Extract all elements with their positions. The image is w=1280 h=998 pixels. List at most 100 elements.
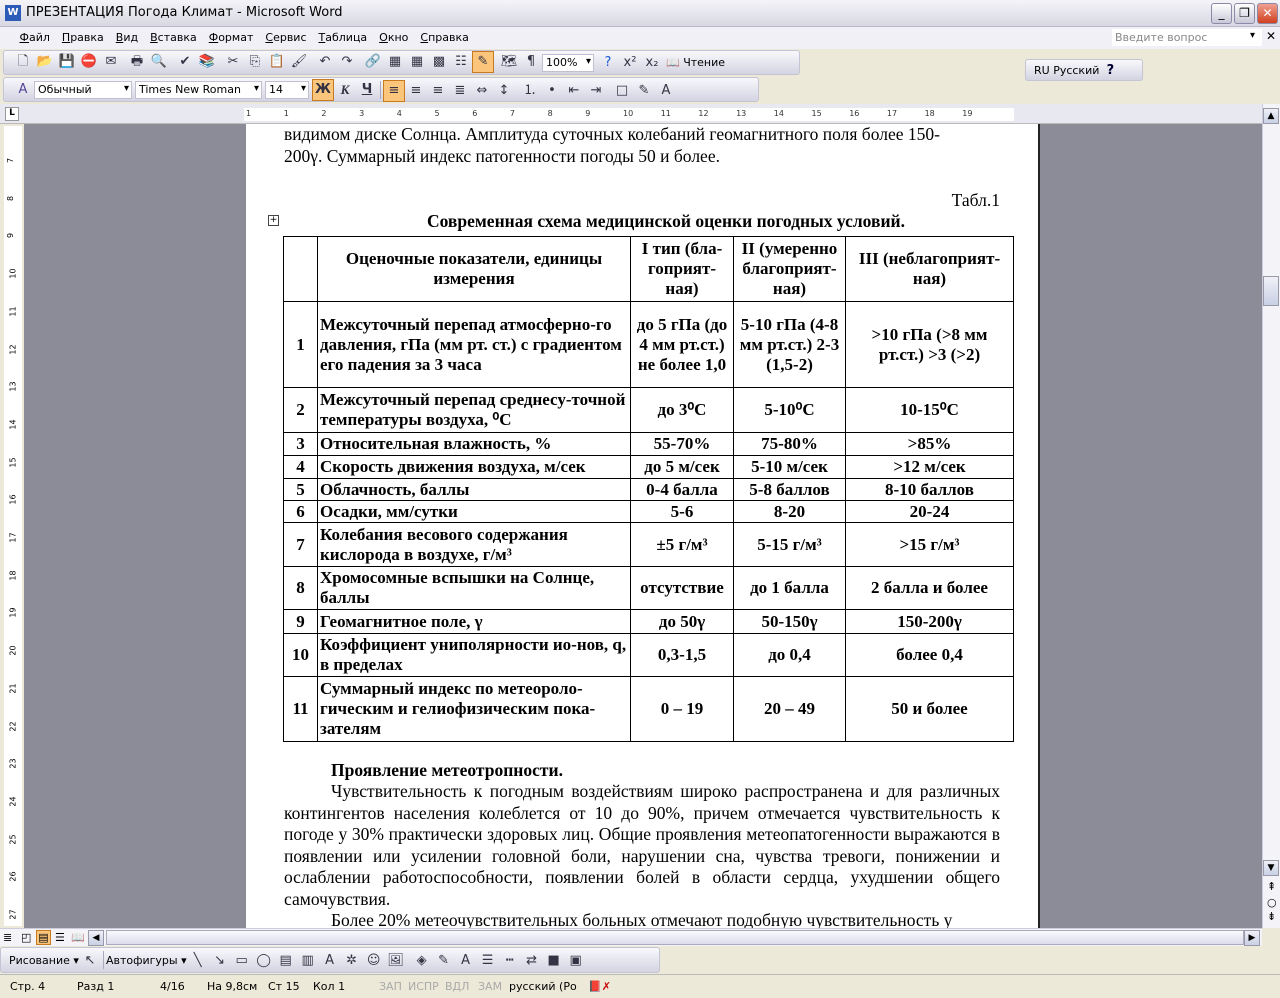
redo-icon[interactable]: ↷ [336, 51, 358, 73]
row-number[interactable]: 10 [283, 633, 318, 677]
indicator-cell[interactable]: Относительная влажность, % [317, 432, 631, 456]
type1-cell[interactable]: 0-4 балла [630, 478, 734, 501]
horizontal-scroll-thumb[interactable] [106, 930, 1244, 945]
type2-cell[interactable]: до 1 балла [733, 566, 846, 610]
autoshapes-menu-button[interactable]: Автофигуры ▾ [106, 954, 187, 967]
type1-cell[interactable]: до 5 м/сек [630, 455, 734, 479]
drawing-icon[interactable]: ✎ [472, 50, 494, 73]
header-cell[interactable]: II (умеренно благоприят-ная) [733, 236, 846, 302]
horizontal-scrollbar[interactable]: ≣ ◰ ▤ ☰ 📖 ◀ ▶ [0, 928, 1262, 946]
menu-6[interactable]: Таблица [313, 27, 374, 44]
superscript-icon[interactable]: x² [619, 52, 641, 74]
indicator-cell[interactable]: Колебания весового содержания кислорода … [317, 522, 631, 567]
type3-cell[interactable]: >15 г/м³ [845, 522, 1014, 567]
spelling-status-icon[interactable]: 📕✗ [588, 980, 611, 993]
row-number[interactable]: 3 [283, 432, 318, 456]
indicator-cell[interactable]: Межсуточный перепад атмосферно-го давлен… [317, 301, 631, 388]
type2-cell[interactable]: 75-80% [733, 432, 846, 456]
type1-cell[interactable]: до 5 гПа (до 4 мм рт.ст.) не более 1,0 [630, 301, 734, 388]
clipart-icon[interactable]: ☺ [363, 949, 385, 971]
decrease-indent-icon[interactable]: ⇤ [563, 80, 585, 102]
research-icon[interactable]: 📚 [196, 51, 218, 73]
help-search-input[interactable]: Введите вопрос [1112, 29, 1262, 46]
undo-icon[interactable]: ↶ [314, 51, 336, 73]
align-center-icon[interactable]: ≡ [405, 80, 427, 102]
font-size-select[interactable]: 14 [265, 80, 309, 99]
scroll-down-button[interactable]: ▼ [1263, 860, 1279, 876]
copy-icon[interactable]: ⎘ [244, 51, 266, 73]
indicator-cell[interactable]: Облачность, баллы [317, 478, 631, 501]
paste-icon[interactable]: 📋 [266, 51, 288, 73]
spelling-icon[interactable]: ✔ [174, 51, 196, 73]
row-number[interactable]: 4 [283, 455, 318, 479]
table-move-handle[interactable]: + [268, 215, 279, 226]
type3-cell[interactable]: более 0,4 [845, 633, 1014, 677]
scroll-left-button[interactable]: ◀ [88, 930, 104, 946]
scroll-up-button[interactable]: ▲ [1263, 108, 1279, 124]
line-icon[interactable]: ╲ [187, 949, 209, 971]
indicator-cell[interactable]: Суммарный индекс по метеороло-гическим и… [317, 676, 631, 742]
header-cell[interactable]: III (неблагоприят-ная) [845, 236, 1014, 302]
hyperlink-icon[interactable]: 🔗 [362, 51, 384, 73]
print-layout-view-icon[interactable]: ▤ [36, 930, 51, 945]
font-color-icon[interactable]: A [455, 949, 477, 971]
row-number[interactable]: 1 [283, 301, 318, 388]
format-painter-icon[interactable]: 🖌 [288, 51, 310, 73]
next-page-icon[interactable]: ⇟ [1267, 910, 1276, 923]
type3-cell[interactable]: 2 балла и более [845, 566, 1014, 610]
columns-icon[interactable]: ☷ [450, 51, 472, 73]
type2-cell[interactable]: 8-20 [733, 500, 846, 523]
bullets-icon[interactable]: • [541, 80, 563, 102]
select-objects-icon[interactable]: ↖ [79, 949, 101, 971]
indicator-cell[interactable]: Скорость движения воздуха, м/сек [317, 455, 631, 479]
row-number[interactable]: 9 [283, 609, 318, 634]
row-number[interactable]: 6 [283, 500, 318, 523]
insert-table-icon[interactable]: ▦ [406, 51, 428, 73]
bold-button[interactable]: Ж [312, 78, 334, 101]
row-number[interactable]: 11 [283, 676, 318, 742]
type2-cell[interactable]: до 0,4 [733, 633, 846, 677]
menu-5[interactable]: Сервис [259, 27, 312, 44]
font-select[interactable]: Times New Roman [135, 80, 262, 99]
close-button[interactable]: ✕ [1257, 3, 1278, 24]
help-dropdown-icon[interactable]: ▾ [1250, 30, 1255, 41]
reading-view-icon[interactable]: 📖 [71, 931, 85, 944]
type3-cell[interactable]: >85% [845, 432, 1014, 456]
prev-page-icon[interactable]: ⇞ [1267, 880, 1276, 893]
subscript-icon[interactable]: x₂ [641, 52, 663, 74]
menu-3[interactable]: Вставка [144, 27, 203, 44]
indicator-cell[interactable]: Межсуточный перепад среднесу-точной темп… [317, 387, 631, 433]
wordart-icon[interactable]: A [319, 949, 341, 971]
type2-cell[interactable]: 5-8 баллов [733, 478, 846, 501]
type3-cell[interactable]: 50 и более [845, 676, 1014, 742]
minimize-button[interactable]: _ [1211, 3, 1232, 24]
status-language[interactable]: русский (Ро [509, 980, 577, 993]
type3-cell[interactable]: 8-10 баллов [845, 478, 1014, 501]
document-map-icon[interactable]: 🗺 [498, 51, 520, 73]
styles-icon[interactable]: A [12, 79, 34, 101]
type3-cell[interactable]: >10 гПа (>8 мм рт.ст.) >3 (>2) [845, 301, 1014, 388]
picture-icon[interactable]: 🖼 [385, 949, 407, 971]
line-color-icon[interactable]: ✎ [433, 949, 455, 971]
type2-cell[interactable]: 5-10 гПа (4-8 мм рт.ст.) 2-3 (1,5-2) [733, 301, 846, 388]
type1-cell[interactable]: до 50γ [630, 609, 734, 634]
type2-cell[interactable]: 50-150γ [733, 609, 846, 634]
header-cell[interactable]: Оценочные показатели, единицы измерения [317, 236, 631, 302]
status-record[interactable]: ЗАП [379, 980, 402, 993]
italic-button[interactable]: К [334, 79, 356, 101]
distributed-icon[interactable]: ⇔ [471, 80, 493, 102]
help-icon[interactable]: ? [597, 52, 619, 74]
underline-button[interactable]: Ч [356, 79, 378, 101]
type1-cell[interactable]: 0,3-1,5 [630, 633, 734, 677]
row-number[interactable]: 8 [283, 566, 318, 610]
type3-cell[interactable]: 10-15⁰С [845, 387, 1014, 433]
browse-object-icon[interactable]: ○ [1267, 896, 1277, 909]
font-color-icon[interactable]: A [655, 80, 677, 102]
type3-cell[interactable]: 150-200γ [845, 609, 1014, 634]
type2-cell[interactable]: 20 – 49 [733, 676, 846, 742]
increase-indent-icon[interactable]: ⇥ [585, 80, 607, 102]
type1-cell[interactable]: ±5 г/м³ [630, 522, 734, 567]
reading-mode-button[interactable]: 📖 Чтение [666, 56, 725, 69]
type1-cell[interactable]: 5-6 [630, 500, 734, 523]
vertical-scrollbar[interactable]: ▲ ▼ ⇞ ○ ⇟ [1262, 104, 1280, 928]
